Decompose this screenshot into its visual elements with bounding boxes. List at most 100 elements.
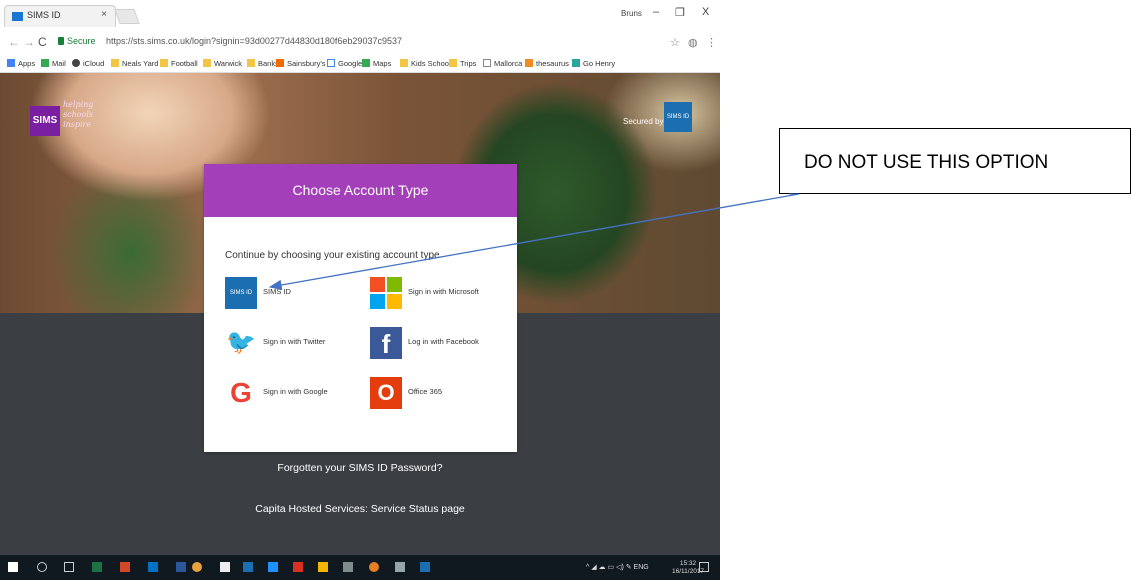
file-icon[interactable] [220, 562, 230, 572]
app-icon[interactable] [395, 562, 405, 572]
lock-icon [58, 37, 64, 45]
option-label: Sign in with Google [263, 387, 328, 396]
sims-app-icon[interactable] [243, 562, 253, 572]
folder-icon [111, 59, 119, 67]
apps-icon [7, 59, 15, 67]
bookmark-sainsburys[interactable]: Sainsbury's [276, 59, 326, 68]
bookmark-mail[interactable]: Mail [41, 59, 66, 68]
excel-icon[interactable] [92, 562, 102, 572]
new-tab-button[interactable] [114, 9, 140, 24]
facebook-icon: f [370, 327, 402, 359]
account-type-card: Choose Account Type Continue by choosing… [204, 164, 517, 452]
reload-icon[interactable]: C [38, 35, 47, 49]
tagline: helping schools inspire [63, 100, 94, 129]
tab-title: SIMS ID [27, 10, 61, 20]
login-page: SIMS helping schools inspire Secured by … [0, 73, 720, 555]
extension-icon[interactable]: ◍ [688, 36, 698, 49]
forgot-password-link[interactable]: Forgotten your SIMS ID Password? [0, 462, 720, 474]
bookmark-go-henry[interactable]: Go Henry [572, 59, 615, 68]
option-sims-id[interactable]: SIMS ID SIMS ID [225, 277, 345, 313]
folder-icon [400, 59, 408, 67]
sainsburys-icon [276, 59, 284, 67]
option-google[interactable]: G Sign in with Google [225, 377, 345, 413]
acrobat-icon[interactable] [293, 562, 303, 572]
menu-icon[interactable]: ⋮ [706, 36, 717, 49]
bookmark-google[interactable]: Google [327, 59, 362, 68]
sims-id-badge: SIMS ID [664, 102, 692, 132]
task-view-icon[interactable] [64, 562, 74, 572]
office-365-icon: O [370, 377, 402, 409]
app-icon[interactable] [369, 562, 379, 572]
bookmark-star-icon[interactable]: ☆ [670, 36, 680, 49]
powerpoint-icon[interactable] [120, 562, 130, 572]
option-twitter[interactable]: 🐦 Sign in with Twitter [225, 327, 345, 363]
bookmark-banks[interactable]: Banks [247, 59, 279, 68]
option-label: Office 365 [408, 387, 443, 396]
windows-taskbar: ^ ◢ ☁ ▭ ◁) ✎ ENG 15:32 16/11/2017 [0, 555, 720, 580]
option-label: Log in with Facebook [408, 337, 479, 346]
bookmark-mallorca[interactable]: Mallorca [483, 59, 522, 68]
page-icon [483, 59, 491, 67]
google-icon [327, 59, 335, 67]
app-icon[interactable] [420, 562, 430, 572]
option-office-365[interactable]: O Office 365 [370, 377, 500, 413]
address-row: ← → C Secure https://sts.sims.co.uk/logi… [0, 33, 720, 54]
bookmark-maps[interactable]: Maps [362, 59, 391, 68]
bookmark-apps[interactable]: Apps [7, 59, 35, 68]
maximize-button[interactable]: ❐ [675, 6, 685, 19]
close-window-button[interactable]: X [702, 6, 709, 18]
mail-icon [41, 59, 49, 67]
start-icon[interactable] [8, 562, 18, 572]
chrome-icon[interactable] [192, 562, 202, 572]
tab-favicon-icon [12, 12, 23, 21]
option-facebook[interactable]: f Log in with Facebook [370, 327, 500, 363]
option-label: Sign in with Microsoft [408, 287, 479, 296]
vlc-icon[interactable] [318, 562, 328, 572]
search-icon[interactable] [37, 562, 47, 572]
word-icon[interactable] [176, 562, 186, 572]
browser-tab[interactable]: SIMS ID × [4, 5, 116, 27]
system-tray[interactable]: ^ ◢ ☁ ▭ ◁) ✎ ENG [586, 563, 649, 571]
tab-close-button[interactable]: × [101, 9, 107, 20]
back-icon[interactable]: ← [8, 35, 20, 49]
google-icon: G [230, 377, 252, 408]
option-microsoft[interactable]: Sign in with Microsoft [370, 277, 500, 313]
option-label: Sign in with Twitter [263, 337, 326, 346]
onedrive-icon[interactable] [268, 562, 278, 572]
bookmark-warwick[interactable]: Warwick [203, 59, 242, 68]
secured-by-label: Secured by [623, 117, 664, 126]
annotation-text: DO NOT USE THIS OPTION [804, 152, 1049, 173]
minimize-button[interactable]: – [653, 6, 659, 18]
card-intro: Continue by choosing your existing accou… [225, 250, 440, 261]
bookmark-neals-yard[interactable]: Neals Yard [111, 59, 158, 68]
bookmark-football[interactable]: Football [160, 59, 198, 68]
app-icon[interactable] [343, 562, 353, 572]
bookmark-kids-school[interactable]: Kids School [400, 59, 451, 68]
service-status-link[interactable]: Capita Hosted Services: Service Status p… [0, 503, 720, 515]
thesaurus-icon [525, 59, 533, 67]
folder-icon [160, 59, 168, 67]
address-bar[interactable]: Secure https://sts.sims.co.uk/login?sign… [56, 35, 668, 51]
bookmarks-bar: Apps Mail iCloud Neals Yard Football War… [0, 57, 720, 73]
url-text[interactable]: https://sts.sims.co.uk/login?signin=93d0… [106, 36, 402, 46]
profile-name[interactable]: Bruns [621, 9, 642, 18]
bookmark-icloud[interactable]: iCloud [72, 59, 104, 68]
forward-icon[interactable]: → [23, 35, 35, 49]
security-label: Secure [67, 36, 96, 46]
folder-icon [203, 59, 211, 67]
notification-icon[interactable] [699, 562, 709, 572]
sims-id-icon: SIMS ID [225, 277, 257, 309]
folder-icon [449, 59, 457, 67]
outlook-icon[interactable] [148, 562, 158, 572]
bookmark-thesaurus[interactable]: thesaurus [525, 59, 569, 68]
bookmark-trips[interactable]: Trips [449, 59, 476, 68]
option-label: SIMS ID [263, 287, 291, 296]
sims-logo: SIMS [30, 106, 60, 136]
tab-strip: SIMS ID × Bruns – ❐ X [0, 0, 720, 27]
twitter-icon: 🐦 [226, 329, 256, 356]
microsoft-icon [370, 277, 402, 309]
folder-icon [247, 59, 255, 67]
screenshot: SIMS ID × Bruns – ❐ X ← → C Secure https… [0, 0, 720, 580]
gohenry-icon [572, 59, 580, 67]
maps-icon [362, 59, 370, 67]
